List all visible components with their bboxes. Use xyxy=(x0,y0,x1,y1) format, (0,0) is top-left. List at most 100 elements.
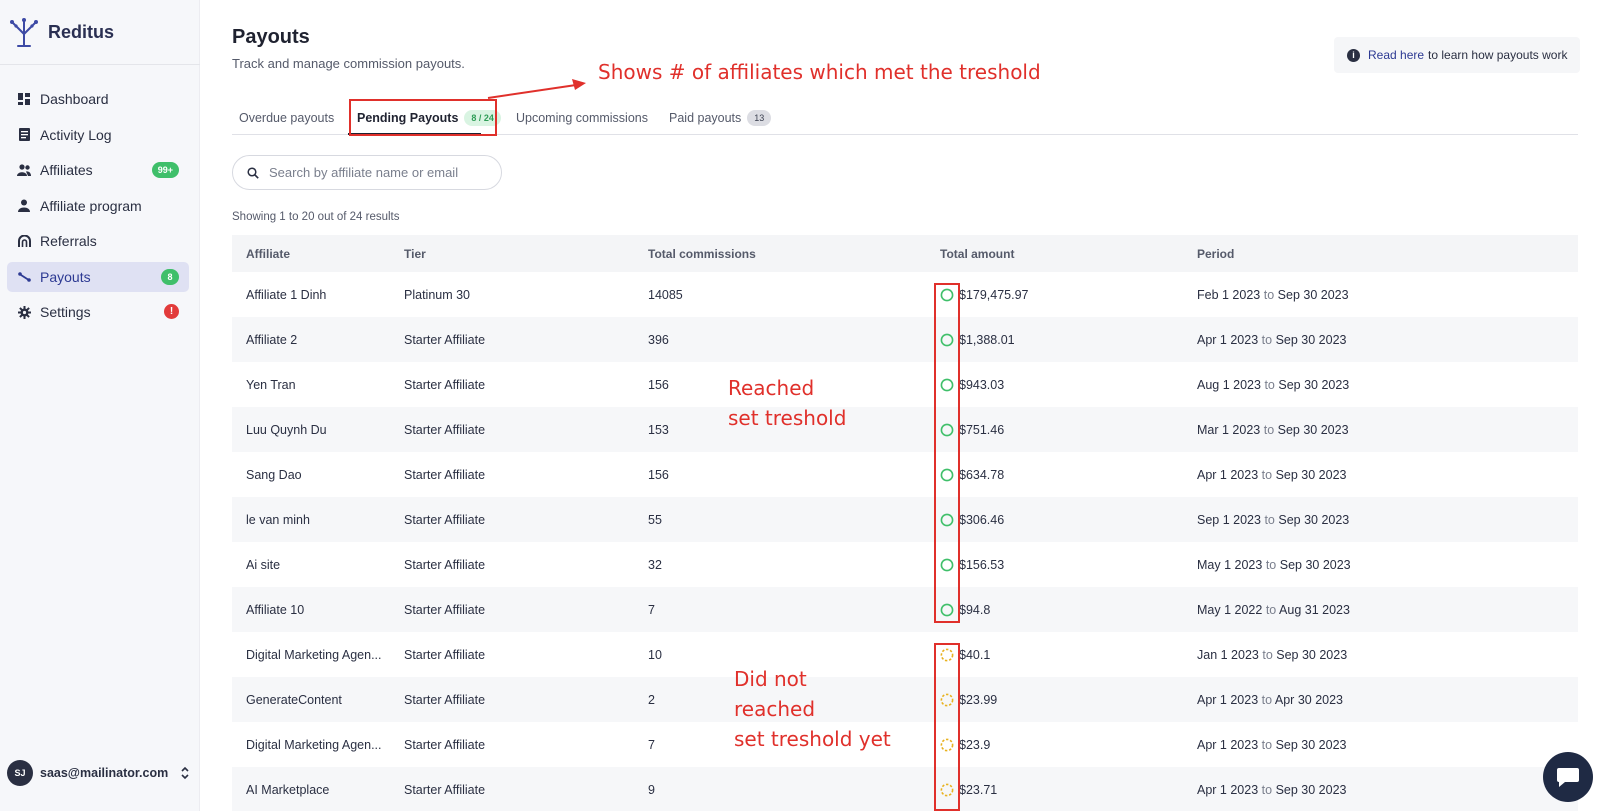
table-row[interactable]: Affiliate 2 Starter Affiliate 396 $1,388.01… xyxy=(232,317,1578,362)
column-header-affiliate[interactable]: Affiliate xyxy=(246,247,396,261)
table-row[interactable]: AI Marketplace Starter Affiliate 9 $23.71 Ap… xyxy=(232,767,1578,811)
table-body: Affiliate 1 Dinh Platinum 30 14085 $179,475… xyxy=(232,272,1578,811)
period-end: Sep 30 2023 xyxy=(1276,647,1348,662)
period-joiner: to xyxy=(1263,422,1275,437)
period-start: Apr 1 2023 xyxy=(1197,332,1259,347)
tier-name: Starter Affiliate xyxy=(404,602,486,617)
tier-name: Starter Affiliate xyxy=(404,557,486,572)
affiliate-name[interactable]: le van minh xyxy=(246,513,396,527)
read-here-link[interactable]: Read here xyxy=(1368,48,1424,62)
sidebar-item-activity-log[interactable]: Activity Log xyxy=(7,120,189,150)
tier-name: Starter Affiliate xyxy=(404,422,486,437)
search-box xyxy=(232,155,502,190)
sidebar-item-label: Dashboard xyxy=(40,91,109,107)
tier-name: Starter Affiliate xyxy=(404,512,486,527)
sidebar-item-affiliate-program[interactable]: Affiliate program xyxy=(7,191,189,221)
amount-value: $751.46 xyxy=(959,422,1005,437)
chat-launcher-button[interactable] xyxy=(1543,752,1593,802)
table-row[interactable]: Sang Dao Starter Affiliate 156 $634.78 Apr 1… xyxy=(232,452,1578,497)
affiliates-count-badge: 99+ xyxy=(151,162,179,178)
sidebar-item-settings[interactable]: Settings ! xyxy=(7,297,189,327)
period: Apr 1 2023 to Sep 30 2023 xyxy=(1197,783,1346,797)
period-end: Sep 30 2023 xyxy=(1278,512,1350,527)
search-input[interactable] xyxy=(269,165,489,180)
affiliate-name[interactable]: Affiliate 10 xyxy=(246,603,396,617)
table-row[interactable]: Yen Tran Starter Affiliate 156 $943.03 Aug 1… xyxy=(232,362,1578,407)
affiliate-name[interactable]: Affiliate 1 Dinh xyxy=(246,288,396,302)
sidebar: Reditus Dashboard Activity Log Affiliate… xyxy=(0,0,200,811)
payouts-icon xyxy=(17,270,31,284)
table-row[interactable]: GenerateContent Starter Affiliate 2 $23.99 A… xyxy=(232,677,1578,722)
tab-overdue-payouts[interactable]: Overdue payouts xyxy=(239,100,334,135)
period-end: Sep 30 2023 xyxy=(1275,737,1347,752)
pending-tab-highlight xyxy=(349,99,497,136)
period-joiner: to xyxy=(1265,602,1277,617)
user-menu[interactable]: SJ saas@mailinator.com xyxy=(7,760,190,786)
table-row[interactable]: Affiliate 1 Dinh Platinum 30 14085 $179,475… xyxy=(232,272,1578,317)
total-commissions: 156 xyxy=(648,377,669,392)
sidebar-item-affiliates[interactable]: Affiliates 99+ xyxy=(7,155,189,185)
sidebar-item-payouts[interactable]: Payouts 8 xyxy=(7,261,189,292)
period: May 1 2022 to Aug 31 2023 xyxy=(1197,603,1350,617)
tab-paid-payouts[interactable]: Paid payouts 13 xyxy=(669,100,772,135)
logo-tree-icon xyxy=(10,18,38,47)
period-end: Sep 30 2023 xyxy=(1278,377,1350,392)
period-joiner: to xyxy=(1261,332,1273,347)
affiliate-name[interactable]: Digital Marketing Agen... xyxy=(246,738,396,752)
sidebar-item-label: Settings xyxy=(40,304,91,320)
column-header-total-amount[interactable]: Total amount xyxy=(940,247,1014,261)
period-start: Sep 1 2023 xyxy=(1197,512,1261,527)
sidebar-item-referrals[interactable]: Referrals xyxy=(7,226,189,256)
table-row[interactable]: le van minh Starter Affiliate 55 $306.46 Sep… xyxy=(232,497,1578,542)
period-end: Sep 30 2023 xyxy=(1277,287,1349,302)
app-logo[interactable]: Reditus xyxy=(8,14,114,50)
affiliate-name[interactable]: Sang Dao xyxy=(246,468,396,482)
tab-upcoming-commissions[interactable]: Upcoming commissions xyxy=(516,100,648,135)
amount-value: $23.99 xyxy=(959,692,998,707)
period-start: Apr 1 2023 xyxy=(1197,737,1259,752)
affiliate-name[interactable]: Yen Tran xyxy=(246,378,396,392)
amount-value: $179,475.97 xyxy=(959,287,1029,302)
amount-value: $94.8 xyxy=(959,602,991,617)
amount-value: $23.71 xyxy=(959,782,998,797)
column-header-tier[interactable]: Tier xyxy=(404,247,426,261)
period-joiner: to xyxy=(1261,692,1273,707)
table-row[interactable]: Ai site Starter Affiliate 32 $156.53 May 1 2… xyxy=(232,542,1578,587)
amount-value: $943.03 xyxy=(959,377,1005,392)
total-commissions: 153 xyxy=(648,422,669,437)
tab-label: Paid payouts xyxy=(669,110,742,125)
total-commissions: 32 xyxy=(648,557,662,572)
sidebar-divider xyxy=(0,64,200,65)
affiliate-name[interactable]: Luu Quynh Du xyxy=(246,423,396,437)
period-start: Apr 1 2023 xyxy=(1197,782,1259,797)
period: May 1 2023 to Sep 30 2023 xyxy=(1197,558,1351,572)
reached-annotation-line: set treshold xyxy=(728,406,847,430)
help-text: to learn how payouts work xyxy=(1428,48,1568,62)
table-row[interactable]: Affiliate 10 Starter Affiliate 7 $94.8 May 1… xyxy=(232,587,1578,632)
tier-name: Platinum 30 xyxy=(404,287,471,302)
help-banner: i Read here to learn how payouts work xyxy=(1334,37,1580,73)
affiliate-name[interactable]: Ai site xyxy=(246,558,396,572)
period-end: Sep 30 2023 xyxy=(1275,782,1347,797)
not-reached-annotation-line: Did not xyxy=(734,667,807,691)
chevron-up-down-icon xyxy=(181,766,189,780)
affiliate-name[interactable]: GenerateContent xyxy=(246,693,396,707)
column-header-period[interactable]: Period xyxy=(1197,247,1234,261)
column-header-total-commissions[interactable]: Total commissions xyxy=(648,247,756,261)
total-commissions: 156 xyxy=(648,467,669,482)
period: Apr 1 2023 to Apr 30 2023 xyxy=(1197,693,1343,707)
table-row[interactable]: Luu Quynh Du Starter Affiliate 153 $751.46 M… xyxy=(232,407,1578,452)
period-start: Aug 1 2023 xyxy=(1197,377,1261,392)
table-row[interactable]: Digital Marketing Agen... Starter Affilia… xyxy=(232,632,1578,677)
affiliate-name[interactable]: Digital Marketing Agen... xyxy=(246,648,396,662)
period-start: Mar 1 2023 xyxy=(1197,422,1261,437)
total-commissions: 9 xyxy=(648,782,655,797)
affiliate-name[interactable]: AI Marketplace xyxy=(246,783,396,797)
affiliate-name[interactable]: Affiliate 2 xyxy=(246,333,396,347)
reached-annotation-text: Reached set treshold xyxy=(728,373,846,433)
table-header: Affiliate Tier Total commissions Total a… xyxy=(232,235,1578,272)
total-commissions: 55 xyxy=(648,512,662,527)
sidebar-item-dashboard[interactable]: Dashboard xyxy=(7,84,189,114)
table-row[interactable]: Digital Marketing Agen... Starter Affilia… xyxy=(232,722,1578,767)
period: Jan 1 2023 to Sep 30 2023 xyxy=(1197,648,1347,662)
